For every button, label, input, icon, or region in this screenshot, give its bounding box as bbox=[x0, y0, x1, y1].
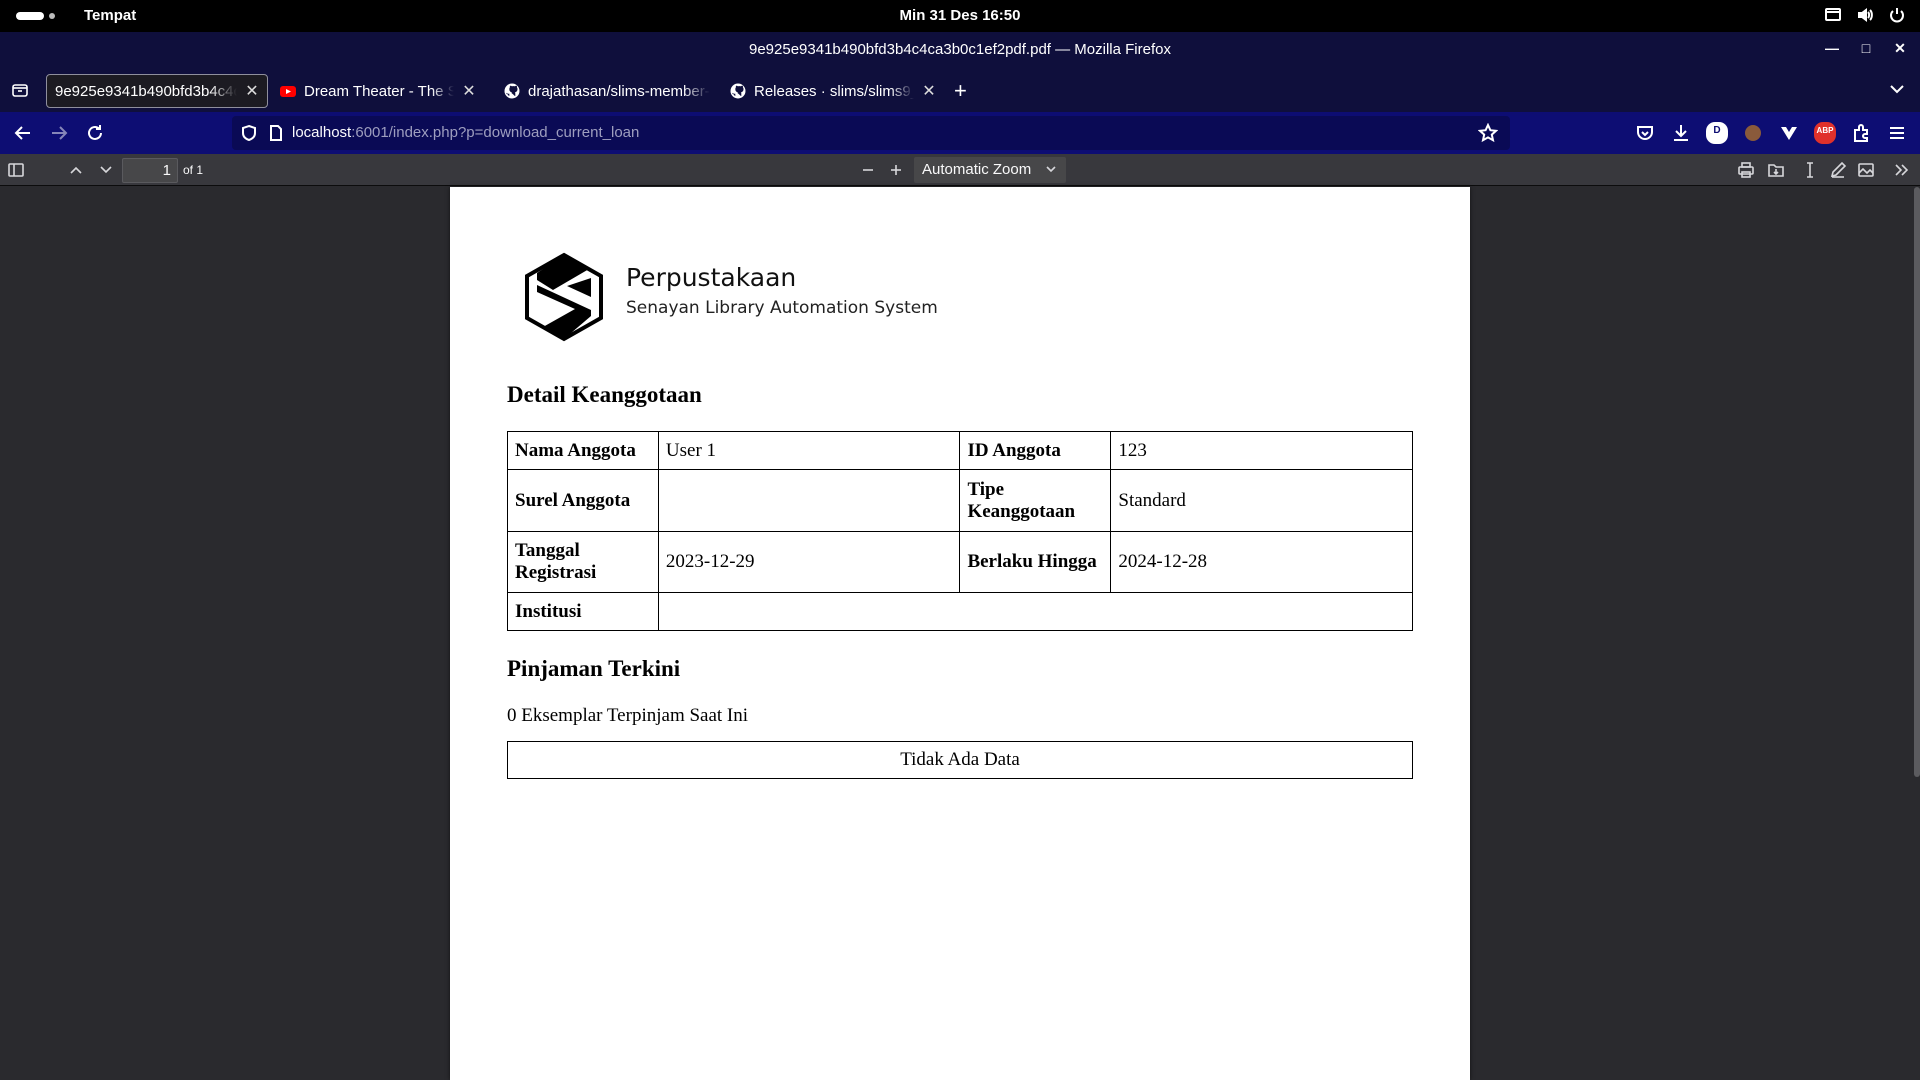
section-title-loans: Pinjaman Terkini bbox=[507, 656, 681, 681]
table-row: Tanggal Registrasi 2023-12-29 Berlaku Hi… bbox=[507, 531, 1413, 593]
back-icon[interactable] bbox=[12, 122, 34, 144]
tab-label: drajathasan/slims-member-card bbox=[528, 82, 710, 100]
tab-label: Releases · slims/slims9_bulian bbox=[754, 82, 914, 100]
places-menu[interactable]: Tempat bbox=[84, 7, 136, 24]
text-tool-icon[interactable] bbox=[1800, 160, 1820, 180]
slims-logo-icon bbox=[525, 252, 603, 342]
previous-page-icon[interactable] bbox=[66, 160, 86, 180]
draw-tool-icon[interactable] bbox=[1828, 160, 1848, 180]
github-icon bbox=[504, 83, 520, 99]
download-icon[interactable] bbox=[1670, 122, 1692, 144]
workspace-indicator bbox=[49, 13, 55, 19]
navigation-bar: localhost:6001/index.php?p=download_curr… bbox=[0, 112, 1920, 154]
no-data-box: Tidak Ada Data bbox=[507, 741, 1413, 779]
tab-youtube[interactable]: Dream Theater - The Spirit Carries On ✕ bbox=[272, 74, 484, 108]
url-text[interactable]: localhost:6001/index.php?p=download_curr… bbox=[292, 124, 639, 141]
value-institution bbox=[657, 592, 1414, 631]
close-icon[interactable]: ✕ bbox=[922, 81, 936, 101]
label-valid-until: Berlaku Hingga bbox=[959, 531, 1112, 593]
value-valid-until: 2024-12-28 bbox=[1110, 531, 1413, 593]
label-registration-date: Tanggal Registrasi bbox=[507, 531, 659, 593]
page-number-input[interactable] bbox=[122, 158, 178, 183]
reload-icon[interactable] bbox=[84, 122, 106, 144]
sidebar-toggle-icon[interactable] bbox=[6, 160, 26, 180]
label-institution: Institusi bbox=[507, 592, 659, 631]
pdf-viewer[interactable]: Perpustakaan Senayan Library Automation … bbox=[0, 187, 1920, 1080]
url-bar[interactable]: localhost:6001/index.php?p=download_curr… bbox=[232, 116, 1510, 150]
tab-label: Dream Theater - The Spirit Carries On bbox=[304, 82, 454, 100]
new-tab-button[interactable]: + bbox=[954, 78, 967, 104]
vertical-scrollbar[interactable] bbox=[1914, 187, 1920, 777]
screen-icon[interactable] bbox=[1824, 6, 1842, 24]
chevron-down-icon bbox=[1046, 166, 1056, 173]
shield-icon[interactable] bbox=[240, 124, 258, 142]
pdf-toolbar: of 1 Automatic Zoom bbox=[0, 154, 1920, 186]
next-page-icon[interactable] bbox=[96, 160, 116, 180]
pdf-page: Perpustakaan Senayan Library Automation … bbox=[450, 187, 1470, 1080]
section-title-membership: Detail Keanggotaan bbox=[507, 382, 702, 407]
window-title-bar: 9e925e9341b490bfd3b4c4ca3b0c1ef2pdf.pdf … bbox=[0, 32, 1920, 68]
loan-count-text: 0 Eksemplar Terpinjam Saat Ini bbox=[507, 705, 749, 726]
tab-strip: 9e925e9341b490bfd3b4c4ca3b0c1ef2pdf.pdf … bbox=[0, 68, 1920, 112]
url-path: :6001/index.php?p=download_current_loan bbox=[351, 124, 640, 141]
tab-github-releases[interactable]: Releases · slims/slims9_bulian ✕ bbox=[722, 74, 944, 108]
pocket-icon[interactable] bbox=[1634, 122, 1656, 144]
chevron-down-icon[interactable] bbox=[1888, 80, 1906, 98]
zoom-select[interactable]: Automatic Zoom bbox=[914, 157, 1066, 183]
zoom-out-icon[interactable] bbox=[858, 160, 878, 180]
power-icon[interactable] bbox=[1888, 6, 1906, 24]
table-row: Nama Anggota User 1 ID Anggota 123 bbox=[507, 431, 1413, 470]
maximize-button[interactable]: □ bbox=[1858, 40, 1874, 58]
page-count: of 1 bbox=[183, 163, 204, 177]
close-icon[interactable]: ✕ bbox=[245, 81, 259, 101]
github-icon bbox=[730, 83, 746, 99]
tools-menu-icon[interactable] bbox=[1892, 160, 1912, 180]
bookmark-star-icon[interactable] bbox=[1478, 123, 1498, 143]
table-row: Institusi bbox=[507, 592, 1414, 631]
label-member-name: Nama Anggota bbox=[507, 431, 659, 470]
activities-button[interactable] bbox=[16, 12, 55, 20]
workspace-indicator-active bbox=[16, 12, 44, 20]
zoom-value: Automatic Zoom bbox=[922, 161, 1032, 178]
forward-icon[interactable] bbox=[48, 122, 70, 144]
tab-pdf[interactable]: 9e925e9341b490bfd3b4c4ca3b0c1ef2pdf.pdf … bbox=[46, 74, 268, 108]
system-top-bar: Tempat Min 31 Des 16:50 bbox=[0, 0, 1920, 32]
membership-table: Nama Anggota User 1 ID Anggota 123 Surel… bbox=[507, 431, 1414, 631]
value-member-name: User 1 bbox=[657, 431, 961, 470]
library-name: Perpustakaan bbox=[626, 263, 797, 292]
tab-label: 9e925e9341b490bfd3b4c4ca3b0c1ef2pdf.pdf bbox=[55, 82, 237, 100]
hamburger-menu-icon[interactable] bbox=[1886, 122, 1908, 144]
label-member-email: Surel Anggota bbox=[507, 469, 659, 532]
window-title: 9e925e9341b490bfd3b4c4ca3b0c1ef2pdf.pdf … bbox=[749, 41, 1171, 58]
value-registration-date: 2023-12-29 bbox=[657, 531, 961, 593]
value-member-id: 123 bbox=[1110, 431, 1413, 470]
value-member-email bbox=[657, 469, 961, 532]
print-icon[interactable] bbox=[1736, 160, 1756, 180]
adblock-plus-icon[interactable]: ABP bbox=[1814, 122, 1836, 144]
system-tray[interactable] bbox=[1824, 6, 1906, 24]
library-subtitle: Senayan Library Automation System bbox=[626, 298, 938, 318]
tab-github-member-card[interactable]: drajathasan/slims-member-card bbox=[496, 74, 718, 108]
youtube-icon bbox=[280, 86, 296, 97]
zoom-in-icon[interactable] bbox=[886, 160, 906, 180]
minimize-button[interactable]: — bbox=[1824, 40, 1840, 58]
page-icon[interactable] bbox=[268, 124, 284, 142]
table-row: Surel Anggota Tipe Keanggotaan Standard bbox=[507, 469, 1413, 532]
value-membership-type: Standard bbox=[1110, 469, 1413, 532]
label-member-id: ID Anggota bbox=[959, 431, 1112, 470]
account-avatar-icon[interactable]: D bbox=[1706, 122, 1728, 144]
extension-cookie-icon[interactable] bbox=[1742, 122, 1764, 144]
label-membership-type: Tipe Keanggotaan bbox=[959, 469, 1112, 532]
vue-devtools-icon[interactable] bbox=[1778, 122, 1800, 144]
clock[interactable]: Min 31 Des 16:50 bbox=[900, 7, 1021, 24]
url-host: localhost bbox=[292, 124, 352, 141]
close-window-button[interactable]: ✕ bbox=[1892, 40, 1908, 58]
close-icon[interactable]: ✕ bbox=[462, 81, 476, 101]
extensions-puzzle-icon[interactable] bbox=[1850, 122, 1872, 144]
volume-icon[interactable] bbox=[1856, 6, 1874, 24]
save-icon[interactable] bbox=[1766, 160, 1786, 180]
firefox-view-icon[interactable] bbox=[10, 80, 30, 100]
image-tool-icon[interactable] bbox=[1856, 160, 1876, 180]
